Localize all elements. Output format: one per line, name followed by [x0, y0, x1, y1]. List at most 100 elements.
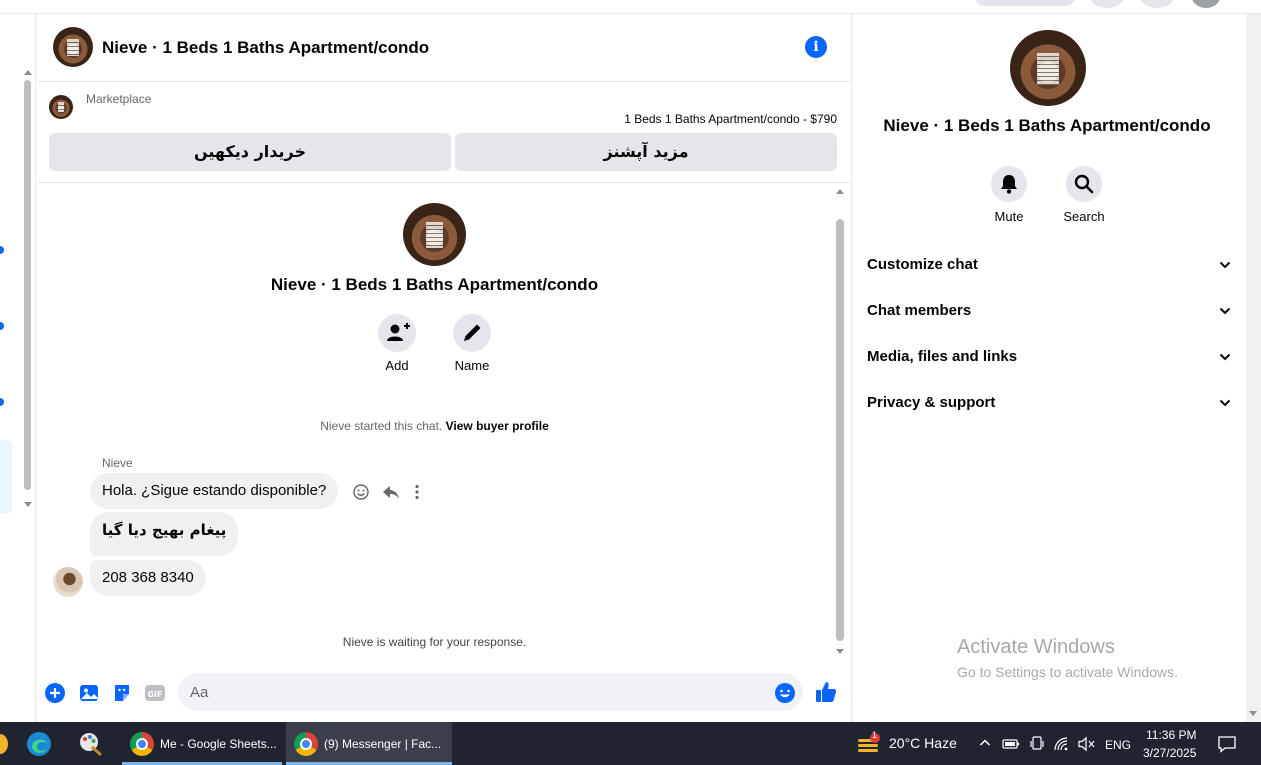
add-label: Add: [385, 358, 409, 373]
display-icon[interactable]: [1029, 736, 1045, 752]
clock-time[interactable]: 11:36 PM: [1146, 728, 1196, 742]
chevron-down-icon: [1219, 399, 1231, 407]
left-scroll-up-arrow[interactable]: [24, 70, 32, 75]
left-scroll-down-arrow[interactable]: [24, 502, 32, 507]
top-notifications-button[interactable]: [1140, 0, 1174, 8]
message-bubble[interactable]: Hola. ¿Sigue estando disponible?: [90, 473, 339, 509]
taskbar-app-google-sheets[interactable]: Me - Google Sheets...: [122, 722, 282, 765]
paint-icon[interactable]: [78, 731, 104, 757]
like-icon[interactable]: [814, 680, 838, 704]
more-options-button[interactable]: مزید آپشنز: [455, 133, 837, 171]
top-menu-button[interactable]: [1090, 0, 1124, 8]
bell-icon: [1001, 175, 1017, 194]
listing-title-price[interactable]: 1 Beds 1 Baths Apartment/condo - $790: [624, 112, 837, 126]
chevron-up-icon[interactable]: [979, 737, 991, 749]
emoji-icon[interactable]: [774, 682, 796, 704]
waiting-notice: Nieve is waiting for your response.: [342, 635, 527, 649]
sender-avatar[interactable]: [53, 567, 83, 597]
taskbar-app-label: Me - Google Sheets...: [160, 736, 277, 751]
view-buyer-button[interactable]: خریدار دیکھیں: [49, 133, 451, 171]
message-bubble[interactable]: 208 368 8340: [90, 560, 206, 596]
chevron-down-icon: [1219, 307, 1231, 315]
chat-list-sliver: [0, 14, 36, 722]
view-buyer-profile-link[interactable]: View buyer profile: [446, 419, 549, 433]
thread-title: Nieve · 1 Beds 1 Baths Apartment/condo: [270, 275, 599, 294]
thread-avatar: [403, 203, 466, 266]
notifications-icon[interactable]: [1217, 735, 1237, 753]
active-chat-highlight[interactable]: [0, 440, 12, 514]
unread-dot: [0, 398, 4, 406]
page-scroll-down-arrow[interactable]: [1249, 711, 1257, 716]
name-button[interactable]: [453, 314, 491, 352]
accordion-label: Media, files and links: [867, 348, 1018, 365]
browser-top-strip: [0, 0, 1261, 14]
info-avatar: [1010, 30, 1086, 106]
mute-label: Mute: [994, 209, 1024, 224]
clock-date[interactable]: 3/27/2025: [1143, 746, 1196, 760]
chrome-icon: [294, 731, 318, 756]
add-button[interactable]: [378, 314, 416, 352]
info-title: Nieve · 1 Beds 1 Baths Apartment/condo: [883, 116, 1211, 135]
svg-text:GIF: GIF: [147, 690, 162, 699]
weather-widget-icon[interactable]: [0, 734, 8, 754]
accordion-label: Customize chat: [867, 256, 978, 273]
left-scrollbar-thumb[interactable]: [24, 80, 31, 490]
reply-icon[interactable]: [382, 483, 400, 501]
marketplace-label: Marketplace: [86, 92, 152, 106]
message-thread: Nieve · 1 Beds 1 Baths Apartment/condo A…: [37, 183, 850, 661]
unread-dot: [0, 246, 4, 254]
sticker-icon[interactable]: [111, 682, 133, 704]
info-icon[interactable]: i: [805, 36, 827, 58]
accordion-privacy-support[interactable]: Privacy & support: [867, 386, 1232, 422]
weather-icon[interactable]: [856, 733, 882, 755]
chevron-down-icon: [1219, 353, 1231, 361]
more-vertical-icon[interactable]: [412, 483, 422, 501]
page-scrollbar[interactable]: [1246, 14, 1261, 722]
language-indicator[interactable]: ENG: [1105, 738, 1131, 752]
search-label: Search: [1063, 209, 1105, 224]
accordion-label: Chat members: [867, 302, 972, 319]
plus-circle-icon[interactable]: [44, 682, 66, 704]
photo-icon[interactable]: [78, 682, 100, 704]
chat-started-text: Nieve started this chat.: [320, 419, 443, 433]
chevron-down-icon: [1219, 261, 1231, 269]
marketplace-avatar: [49, 95, 73, 119]
chat-header: Nieve · 1 Beds 1 Baths Apartment/condo i: [37, 14, 850, 82]
accordion-media-files-links[interactable]: Media, files and links: [867, 340, 1232, 376]
chat-title[interactable]: Nieve · 1 Beds 1 Baths Apartment/condo: [102, 38, 429, 58]
chrome-icon: [130, 731, 154, 756]
taskbar-app-messenger[interactable]: (9) Messenger | Fac...: [286, 722, 452, 765]
message-input[interactable]: [178, 673, 803, 711]
thread-scroll-down-arrow[interactable]: [836, 649, 844, 654]
top-search-pill[interactable]: [975, 0, 1075, 6]
react-icon[interactable]: [352, 483, 370, 501]
accordion-customize-chat[interactable]: Customize chat: [867, 248, 1232, 284]
name-label: Name: [454, 358, 490, 373]
activate-windows-subtitle: Go to Settings to activate Windows.: [957, 664, 1178, 680]
gif-icon[interactable]: GIF: [144, 683, 166, 703]
chat-info-panel: Nieve · 1 Beds 1 Baths Apartment/condo M…: [851, 14, 1246, 722]
top-account-avatar[interactable]: [1192, 0, 1220, 8]
search-button[interactable]: [1066, 166, 1102, 202]
wifi-icon[interactable]: [1053, 736, 1071, 752]
speaker-muted-icon[interactable]: [1077, 736, 1097, 752]
battery-icon[interactable]: [1002, 738, 1020, 750]
weather-badge: 1: [872, 730, 878, 740]
thread-scrollbar-thumb[interactable]: [836, 219, 844, 641]
accordion-label: Privacy & support: [867, 394, 996, 411]
taskbar-app-label: (9) Messenger | Fac...: [324, 736, 442, 751]
mute-button[interactable]: [991, 166, 1027, 202]
chat-avatar[interactable]: [53, 27, 93, 67]
accordion-chat-members[interactable]: Chat members: [867, 294, 1232, 330]
edge-icon[interactable]: [26, 731, 52, 757]
messenger-window: Nieve · 1 Beds 1 Baths Apartment/condo i…: [0, 0, 1261, 765]
thread-scroll-up-arrow[interactable]: [836, 189, 844, 194]
message-actions: [352, 483, 422, 501]
message-bubble[interactable]: پیغام بھیج دیا گیا: [90, 512, 239, 556]
message-composer: GIF: [37, 661, 850, 722]
chat-started-notice: Nieve started this chat. View buyer prof…: [37, 419, 832, 433]
marketplace-banner: Marketplace 1 Beds 1 Baths Apartment/con…: [37, 82, 850, 183]
unread-dot: [0, 322, 4, 330]
weather-text[interactable]: 20°C Haze: [889, 735, 957, 751]
sender-name: Nieve: [102, 456, 133, 470]
